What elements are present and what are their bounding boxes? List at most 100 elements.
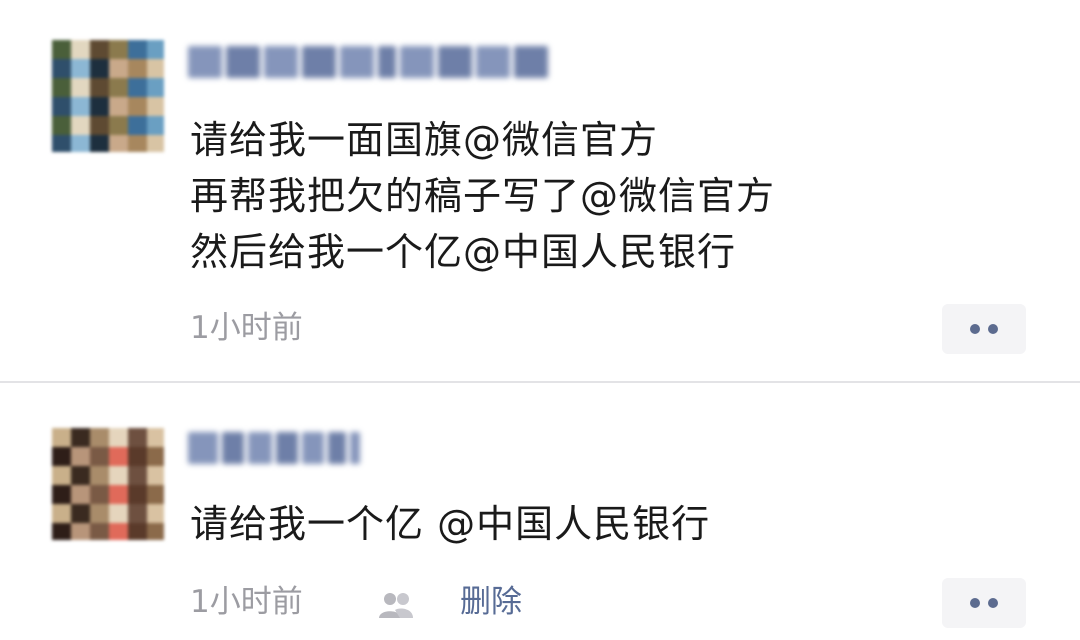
avatar-mosaic-pixel [71, 135, 90, 152]
avatar-mosaic-pixel [52, 135, 71, 152]
avatar-mosaic-pixel [147, 447, 164, 466]
avatar-mosaic-pixel [52, 466, 71, 485]
avatar-mosaic-pixel [52, 97, 71, 116]
avatar-mosaic-pixel [90, 428, 109, 447]
username-blur-block [226, 46, 260, 78]
ellipsis-icon [970, 324, 980, 334]
avatar-mosaic-pixel [52, 116, 71, 135]
avatar-mosaic-pixel [147, 428, 164, 447]
avatar[interactable] [52, 40, 164, 152]
avatar-mosaic-pixel [90, 40, 109, 59]
avatar-mosaic-pixel [128, 78, 147, 97]
more-actions-button[interactable] [942, 578, 1026, 628]
avatar-mosaic-pixel [52, 504, 71, 523]
avatar-mosaic-pixel [90, 523, 109, 540]
avatar-mosaic-pixel [109, 40, 128, 59]
friends-icon [379, 593, 413, 618]
avatar-mosaic-pixel [52, 428, 71, 447]
avatar-mosaic-pixel [128, 485, 147, 504]
avatar-mosaic-pixel [71, 504, 90, 523]
avatar[interactable] [52, 428, 164, 540]
avatar-mosaic-pixel [71, 40, 90, 59]
avatar-mosaic-pixel [109, 485, 128, 504]
avatar-mosaic-pixel [128, 447, 147, 466]
avatar-mosaic-pixel [52, 59, 71, 78]
avatar-mosaic-pixel [147, 523, 164, 540]
username-blur-block [340, 46, 374, 78]
avatar-mosaic-pixel [109, 78, 128, 97]
avatar-mosaic-pixel [71, 466, 90, 485]
avatar-mosaic-pixel [147, 135, 164, 152]
post-content-line: 请给我一个亿 @中国人民银行 [190, 502, 711, 546]
username-blur-block [276, 432, 298, 464]
avatar-mosaic-pixel [147, 97, 164, 116]
avatar-mosaic-pixel [71, 97, 90, 116]
avatar-mosaic-pixel [90, 447, 109, 466]
delete-link[interactable]: 删除 [460, 580, 522, 624]
ellipsis-icon [988, 598, 998, 608]
avatar-mosaic-pixel [71, 116, 90, 135]
moment-post: 请给我一面国旗@微信官方 再帮我把欠的稿子写了@微信官方 然后给我一个亿@中国人… [0, 0, 1080, 382]
username-blurred[interactable] [188, 432, 364, 472]
avatar-mosaic-pixel [90, 485, 109, 504]
avatar-mosaic-pixel [147, 504, 164, 523]
avatar-mosaic-pixel [109, 428, 128, 447]
avatar-mosaic-pixel [147, 485, 164, 504]
avatar-mosaic-pixel [71, 485, 90, 504]
username-blur-block [222, 432, 244, 464]
avatar-mosaic-pixel [109, 116, 128, 135]
avatar-mosaic-pixel [128, 466, 147, 485]
avatar-mosaic-pixel [128, 428, 147, 447]
avatar-mosaic-pixel [128, 135, 147, 152]
avatar-mosaic-pixel [52, 40, 71, 59]
avatar-mosaic-pixel [90, 116, 109, 135]
avatar-mosaic-pixel [109, 466, 128, 485]
username-blur-block [188, 432, 218, 464]
avatar-mosaic-pixel [71, 59, 90, 78]
avatar-mosaic-pixel [109, 97, 128, 116]
username-blur-block [438, 46, 472, 78]
avatar-mosaic-pixel [71, 447, 90, 466]
avatar-mosaic-pixel [90, 135, 109, 152]
username-blur-block [302, 432, 324, 464]
avatar-mosaic-pixel [147, 40, 164, 59]
username-blur-block [248, 432, 272, 464]
avatar-mosaic-pixel [71, 78, 90, 97]
avatar-mosaic-pixel [109, 504, 128, 523]
avatar-mosaic-pixel [109, 523, 128, 540]
ellipsis-icon [988, 324, 998, 334]
post-divider [0, 381, 1080, 383]
post-content-line: 请给我一面国旗@微信官方 [190, 118, 659, 162]
username-blurred[interactable] [188, 46, 552, 86]
avatar-mosaic-pixel [128, 59, 147, 78]
ellipsis-icon [970, 598, 980, 608]
more-actions-button[interactable] [942, 304, 1026, 354]
username-blur-block [188, 46, 222, 78]
avatar-mosaic-pixel [52, 523, 71, 540]
avatar-mosaic-pixel [147, 78, 164, 97]
username-blur-block [264, 46, 298, 78]
avatar-mosaic-pixel [109, 59, 128, 78]
avatar-mosaic-pixel [90, 78, 109, 97]
avatar-mosaic-pixel [52, 485, 71, 504]
avatar-mosaic-pixel [90, 97, 109, 116]
post-content: 请给我一个亿 @中国人民银行 [190, 496, 710, 552]
avatar-mosaic-pixel [128, 523, 147, 540]
avatar-mosaic-pixel [128, 504, 147, 523]
post-content-line: 再帮我把欠的稿子写了@微信官方 [190, 174, 776, 218]
avatar-mosaic-pixel [128, 97, 147, 116]
username-blur-block [328, 432, 346, 464]
avatar-mosaic-pixel [71, 428, 90, 447]
moment-post: 请给我一个亿 @中国人民银行 1小时前 删除 [0, 384, 1080, 640]
avatar-mosaic-pixel [128, 116, 147, 135]
avatar-mosaic-pixel [147, 59, 164, 78]
post-content-line: 然后给我一个亿@中国人民银行 [190, 230, 737, 274]
username-blur-block [350, 432, 360, 464]
avatar-mosaic-pixel [109, 447, 128, 466]
avatar-mosaic-pixel [109, 135, 128, 152]
avatar-mosaic-pixel [52, 78, 71, 97]
post-timestamp: 1小时前 [190, 584, 303, 620]
username-blur-block [378, 46, 396, 78]
avatar-mosaic-pixel [90, 504, 109, 523]
avatar-mosaic-pixel [147, 116, 164, 135]
